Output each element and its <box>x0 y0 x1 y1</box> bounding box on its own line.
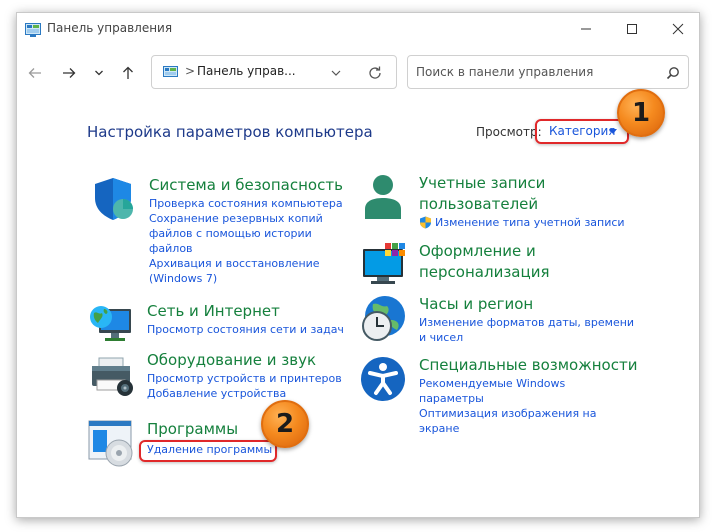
category-link[interactable]: Просмотр устройств и принтеров <box>147 371 342 386</box>
monitor-personalization-icon <box>363 243 405 284</box>
change-account-type-link[interactable]: Изменение типа учетной записи <box>419 215 625 230</box>
category-link[interactable]: параметры <box>419 391 637 406</box>
breadcrumb-path[interactable]: Панель управ... <box>197 64 296 78</box>
category-link-text: Изменение типа учетной записи <box>435 216 625 229</box>
category-text: Часы и регион Изменение форматов даты, в… <box>419 294 634 345</box>
address-bar[interactable]: > Панель управ... <box>151 55 397 89</box>
category-link[interactable]: файлов <box>149 241 343 256</box>
address-history-chevron-icon[interactable] <box>330 67 342 79</box>
recent-locations-button[interactable] <box>89 63 109 83</box>
category-ease-of-access: Специальные возможности Рекомендуемые Wi… <box>359 355 679 445</box>
step-badge-1: 1 <box>617 89 665 137</box>
back-arrow-icon <box>28 68 41 78</box>
breadcrumb-separator: > <box>185 64 196 78</box>
dropdown-caret-icon <box>609 129 617 134</box>
window-title: Панель управления <box>47 21 173 35</box>
page-title: Настройка параметров компьютера <box>87 123 373 141</box>
search-input[interactable] <box>416 62 656 82</box>
control-panel-window: Панель управления > Панель управ... Поис… <box>16 12 700 518</box>
view-by-dropdown[interactable]: Категория <box>535 119 629 144</box>
category-title[interactable]: Оборудование и звук <box>147 350 342 371</box>
up-arrow-icon <box>123 66 133 79</box>
category-title-cont[interactable]: персонализация <box>419 262 549 283</box>
category-user-accounts: Учетные записи пользователей Изменение т… <box>359 173 679 233</box>
view-by-value: Категория <box>549 124 616 138</box>
category-title[interactable]: Оформление и <box>419 241 549 262</box>
network-globe-icon <box>90 306 131 341</box>
category-title[interactable]: Система и безопасность <box>149 175 343 196</box>
category-link[interactable]: и чисел <box>419 330 634 345</box>
maximize-button[interactable] <box>609 13 655 45</box>
accessibility-icon <box>361 357 405 401</box>
title-bar: Панель управления <box>17 13 699 47</box>
category-hardware-sound: Оборудование и звук Просмотр устройств и… <box>87 350 357 400</box>
category-title-cont[interactable]: пользователей <box>419 194 625 215</box>
printer-icon <box>92 357 133 396</box>
shield-icon <box>95 178 133 220</box>
refresh-icon[interactable] <box>367 65 383 81</box>
category-appearance-personalization: Оформление и персонализация <box>359 241 679 289</box>
forward-arrow-icon <box>63 68 76 78</box>
category-text: Специальные возможности Рекомендуемые Wi… <box>419 355 637 436</box>
close-button[interactable] <box>655 13 699 45</box>
minimize-button[interactable] <box>563 13 609 45</box>
uac-shield-icon <box>420 216 431 229</box>
search-icon[interactable] <box>666 66 680 80</box>
category-text: Оборудование и звук Просмотр устройств и… <box>147 350 342 401</box>
uninstall-highlight-frame <box>139 440 277 462</box>
category-text: Система и безопасность Проверка состояни… <box>149 175 343 286</box>
category-link[interactable]: Рекомендуемые Windows <box>419 376 637 391</box>
category-link[interactable]: файлов с помощью истории <box>149 226 343 241</box>
category-link[interactable]: Просмотр состояния сети и задач <box>147 322 344 337</box>
programs-disc-icon <box>88 420 133 467</box>
category-link[interactable]: Оптимизация изображения на <box>419 406 637 421</box>
category-title[interactable]: Учетные записи <box>419 173 625 194</box>
category-title[interactable]: Сеть и Интернет <box>147 301 344 322</box>
up-button[interactable] <box>118 63 138 83</box>
category-link[interactable]: Проверка состояния компьютера <box>149 196 343 211</box>
category-text: Сеть и Интернет Просмотр состояния сети … <box>147 301 344 337</box>
category-title[interactable]: Программы <box>147 419 272 440</box>
category-link[interactable]: Изменение форматов даты, времени <box>419 315 634 330</box>
forward-button[interactable] <box>59 63 79 83</box>
category-link[interactable]: Архивация и восстановление <box>149 256 343 271</box>
category-title[interactable]: Часы и регион <box>419 294 634 315</box>
maximize-icon <box>627 24 637 34</box>
category-link[interactable]: Сохранение резервных копий <box>149 211 343 226</box>
category-link[interactable]: Добавление устройства <box>147 386 342 401</box>
category-system-security: Система и безопасность Проверка состояни… <box>89 175 359 290</box>
user-accounts-icon <box>365 175 401 219</box>
category-link[interactable]: экране <box>419 421 637 436</box>
control-panel-icon <box>163 66 178 77</box>
category-link[interactable]: (Windows 7) <box>149 271 343 286</box>
close-icon <box>672 23 684 35</box>
control-panel-app-icon <box>25 23 41 37</box>
category-text: Оформление и персонализация <box>419 241 549 283</box>
category-network-internet: Сеть и Интернет Просмотр состояния сети … <box>87 301 357 349</box>
category-clock-region: Часы и регион Изменение форматов даты, в… <box>359 294 679 354</box>
step-badge-2: 2 <box>261 400 309 448</box>
category-title[interactable]: Специальные возможности <box>419 355 637 376</box>
chevron-down-icon <box>95 70 103 76</box>
search-box[interactable] <box>407 55 689 89</box>
minimize-icon <box>581 28 591 30</box>
clock-globe-icon <box>362 296 405 341</box>
category-text: Учетные записи пользователей Изменение т… <box>419 173 625 230</box>
view-by-label: Просмотр: <box>476 125 542 139</box>
back-button[interactable] <box>25 63 45 83</box>
